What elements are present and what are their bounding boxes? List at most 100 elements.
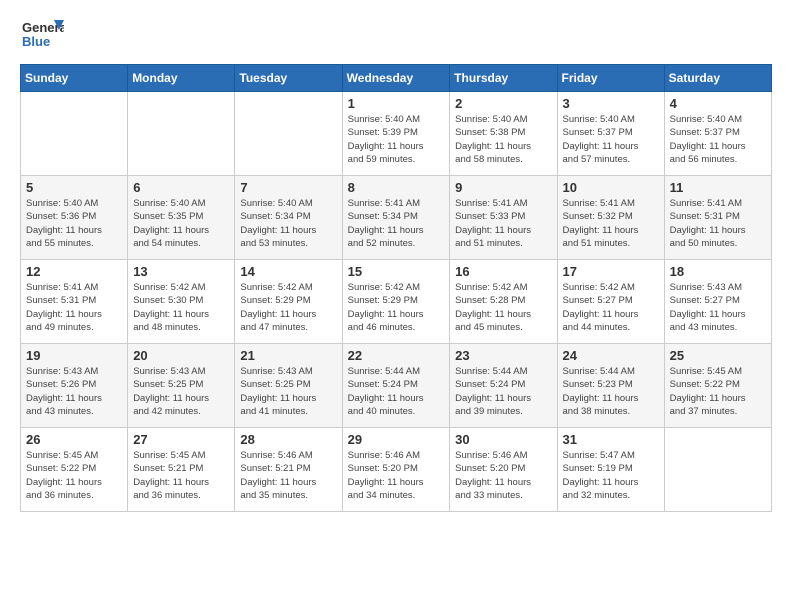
calendar-cell: 18Sunrise: 5:43 AM Sunset: 5:27 PM Dayli… bbox=[664, 260, 771, 344]
calendar-cell: 1 Sunrise: 5:40 AM Sunset: 5:39 PM Daylig… bbox=[342, 92, 450, 176]
day-number: 21 bbox=[240, 348, 336, 363]
day-number: 8 bbox=[348, 180, 445, 195]
logo-svg: General Blue bbox=[20, 16, 64, 56]
day-info: Sunrise: 5:43 AM Sunset: 5:25 PM Dayligh… bbox=[240, 365, 336, 418]
calendar-cell: 29Sunrise: 5:46 AM Sunset: 5:20 PM Dayli… bbox=[342, 428, 450, 512]
day-info: Sunrise: 5:42 AM Sunset: 5:30 PM Dayligh… bbox=[133, 281, 229, 334]
day-number: 5 bbox=[26, 180, 122, 195]
calendar-cell: 23Sunrise: 5:44 AM Sunset: 5:24 PM Dayli… bbox=[450, 344, 557, 428]
day-number: 7 bbox=[240, 180, 336, 195]
day-number: 4 bbox=[670, 96, 766, 111]
day-info: Sunrise: 5:46 AM Sunset: 5:20 PM Dayligh… bbox=[455, 449, 551, 502]
calendar-cell: 9 Sunrise: 5:41 AM Sunset: 5:33 PM Daylig… bbox=[450, 176, 557, 260]
calendar-cell: 3 Sunrise: 5:40 AM Sunset: 5:37 PM Daylig… bbox=[557, 92, 664, 176]
day-info: Sunrise: 5:45 AM Sunset: 5:21 PM Dayligh… bbox=[133, 449, 229, 502]
day-info: Sunrise: 5:41 AM Sunset: 5:32 PM Dayligh… bbox=[563, 197, 659, 250]
day-info: Sunrise: 5:40 AM Sunset: 5:36 PM Dayligh… bbox=[26, 197, 122, 250]
day-number: 11 bbox=[670, 180, 766, 195]
calendar-cell: 21 Sunrise: 5:43 AM Sunset: 5:25 PM Dayli… bbox=[235, 344, 342, 428]
calendar-cell: 14 Sunrise: 5:42 AM Sunset: 5:29 PM Dayli… bbox=[235, 260, 342, 344]
day-info: Sunrise: 5:44 AM Sunset: 5:24 PM Dayligh… bbox=[348, 365, 445, 418]
day-number: 2 bbox=[455, 96, 551, 111]
calendar-cell: 26 Sunrise: 5:45 AM Sunset: 5:22 PM Dayli… bbox=[21, 428, 128, 512]
day-number: 31 bbox=[563, 432, 659, 447]
day-info: Sunrise: 5:42 AM Sunset: 5:29 PM Dayligh… bbox=[348, 281, 445, 334]
calendar-cell: 12 Sunrise: 5:41 AM Sunset: 5:31 PM Dayli… bbox=[21, 260, 128, 344]
day-info: Sunrise: 5:43 AM Sunset: 5:26 PM Dayligh… bbox=[26, 365, 122, 418]
day-number: 28 bbox=[240, 432, 336, 447]
day-info: Sunrise: 5:45 AM Sunset: 5:22 PM Dayligh… bbox=[26, 449, 122, 502]
calendar-cell: 8Sunrise: 5:41 AM Sunset: 5:34 PM Daylig… bbox=[342, 176, 450, 260]
day-info: Sunrise: 5:41 AM Sunset: 5:31 PM Dayligh… bbox=[670, 197, 766, 250]
calendar-cell bbox=[21, 92, 128, 176]
calendar-cell: 30 Sunrise: 5:46 AM Sunset: 5:20 PM Dayli… bbox=[450, 428, 557, 512]
day-number: 12 bbox=[26, 264, 122, 279]
calendar-cell: 20Sunrise: 5:43 AM Sunset: 5:25 PM Dayli… bbox=[128, 344, 235, 428]
calendar-cell: 28 Sunrise: 5:46 AM Sunset: 5:21 PM Dayli… bbox=[235, 428, 342, 512]
calendar-cell: 7 Sunrise: 5:40 AM Sunset: 5:34 PM Daylig… bbox=[235, 176, 342, 260]
day-number: 25 bbox=[670, 348, 766, 363]
day-info: Sunrise: 5:40 AM Sunset: 5:37 PM Dayligh… bbox=[670, 113, 766, 166]
day-number: 20 bbox=[133, 348, 229, 363]
day-info: Sunrise: 5:41 AM Sunset: 5:31 PM Dayligh… bbox=[26, 281, 122, 334]
day-number: 27 bbox=[133, 432, 229, 447]
calendar-cell: 31 Sunrise: 5:47 AM Sunset: 5:19 PM Dayli… bbox=[557, 428, 664, 512]
calendar-cell: 16Sunrise: 5:42 AM Sunset: 5:28 PM Dayli… bbox=[450, 260, 557, 344]
calendar-cell: 6 Sunrise: 5:40 AM Sunset: 5:35 PM Daylig… bbox=[128, 176, 235, 260]
day-info: Sunrise: 5:45 AM Sunset: 5:22 PM Dayligh… bbox=[670, 365, 766, 418]
day-header-wednesday: Wednesday bbox=[342, 65, 450, 92]
calendar-cell: 5 Sunrise: 5:40 AM Sunset: 5:36 PM Daylig… bbox=[21, 176, 128, 260]
day-info: Sunrise: 5:40 AM Sunset: 5:37 PM Dayligh… bbox=[563, 113, 659, 166]
calendar-cell: 25 Sunrise: 5:45 AM Sunset: 5:22 PM Dayli… bbox=[664, 344, 771, 428]
calendar-week-2: 12 Sunrise: 5:41 AM Sunset: 5:31 PM Dayli… bbox=[21, 260, 772, 344]
logo: General Blue bbox=[20, 16, 64, 56]
day-header-saturday: Saturday bbox=[664, 65, 771, 92]
day-number: 1 bbox=[348, 96, 445, 111]
day-info: Sunrise: 5:47 AM Sunset: 5:19 PM Dayligh… bbox=[563, 449, 659, 502]
calendar-cell: 13 Sunrise: 5:42 AM Sunset: 5:30 PM Dayli… bbox=[128, 260, 235, 344]
calendar-table: SundayMondayTuesdayWednesdayThursdayFrid… bbox=[20, 64, 772, 512]
day-number: 18 bbox=[670, 264, 766, 279]
day-number: 30 bbox=[455, 432, 551, 447]
day-number: 6 bbox=[133, 180, 229, 195]
calendar-cell: 4 Sunrise: 5:40 AM Sunset: 5:37 PM Daylig… bbox=[664, 92, 771, 176]
day-header-tuesday: Tuesday bbox=[235, 65, 342, 92]
day-number: 14 bbox=[240, 264, 336, 279]
calendar-week-0: 1 Sunrise: 5:40 AM Sunset: 5:39 PM Daylig… bbox=[21, 92, 772, 176]
day-number: 13 bbox=[133, 264, 229, 279]
day-info: Sunrise: 5:42 AM Sunset: 5:29 PM Dayligh… bbox=[240, 281, 336, 334]
calendar-cell: 22 Sunrise: 5:44 AM Sunset: 5:24 PM Dayli… bbox=[342, 344, 450, 428]
calendar-week-1: 5 Sunrise: 5:40 AM Sunset: 5:36 PM Daylig… bbox=[21, 176, 772, 260]
day-number: 10 bbox=[563, 180, 659, 195]
day-info: Sunrise: 5:46 AM Sunset: 5:21 PM Dayligh… bbox=[240, 449, 336, 502]
day-info: Sunrise: 5:40 AM Sunset: 5:39 PM Dayligh… bbox=[348, 113, 445, 166]
calendar-cell: 10 Sunrise: 5:41 AM Sunset: 5:32 PM Dayli… bbox=[557, 176, 664, 260]
day-header-friday: Friday bbox=[557, 65, 664, 92]
day-number: 24 bbox=[563, 348, 659, 363]
day-info: Sunrise: 5:44 AM Sunset: 5:23 PM Dayligh… bbox=[563, 365, 659, 418]
day-number: 3 bbox=[563, 96, 659, 111]
day-number: 22 bbox=[348, 348, 445, 363]
day-number: 17 bbox=[563, 264, 659, 279]
day-number: 9 bbox=[455, 180, 551, 195]
calendar-cell: 2 Sunrise: 5:40 AM Sunset: 5:38 PM Daylig… bbox=[450, 92, 557, 176]
calendar-header-row: SundayMondayTuesdayWednesdayThursdayFrid… bbox=[21, 65, 772, 92]
day-info: Sunrise: 5:40 AM Sunset: 5:38 PM Dayligh… bbox=[455, 113, 551, 166]
day-info: Sunrise: 5:42 AM Sunset: 5:27 PM Dayligh… bbox=[563, 281, 659, 334]
day-info: Sunrise: 5:40 AM Sunset: 5:34 PM Dayligh… bbox=[240, 197, 336, 250]
calendar-cell: 15 Sunrise: 5:42 AM Sunset: 5:29 PM Dayli… bbox=[342, 260, 450, 344]
calendar-cell: 11 Sunrise: 5:41 AM Sunset: 5:31 PM Dayli… bbox=[664, 176, 771, 260]
day-info: Sunrise: 5:40 AM Sunset: 5:35 PM Dayligh… bbox=[133, 197, 229, 250]
calendar-cell bbox=[235, 92, 342, 176]
svg-text:Blue: Blue bbox=[22, 34, 50, 49]
day-number: 26 bbox=[26, 432, 122, 447]
day-header-sunday: Sunday bbox=[21, 65, 128, 92]
day-number: 15 bbox=[348, 264, 445, 279]
calendar-week-4: 26 Sunrise: 5:45 AM Sunset: 5:22 PM Dayli… bbox=[21, 428, 772, 512]
day-number: 29 bbox=[348, 432, 445, 447]
calendar-cell bbox=[664, 428, 771, 512]
day-info: Sunrise: 5:41 AM Sunset: 5:33 PM Dayligh… bbox=[455, 197, 551, 250]
calendar-cell: 27 Sunrise: 5:45 AM Sunset: 5:21 PM Dayli… bbox=[128, 428, 235, 512]
calendar-cell bbox=[128, 92, 235, 176]
day-number: 23 bbox=[455, 348, 551, 363]
